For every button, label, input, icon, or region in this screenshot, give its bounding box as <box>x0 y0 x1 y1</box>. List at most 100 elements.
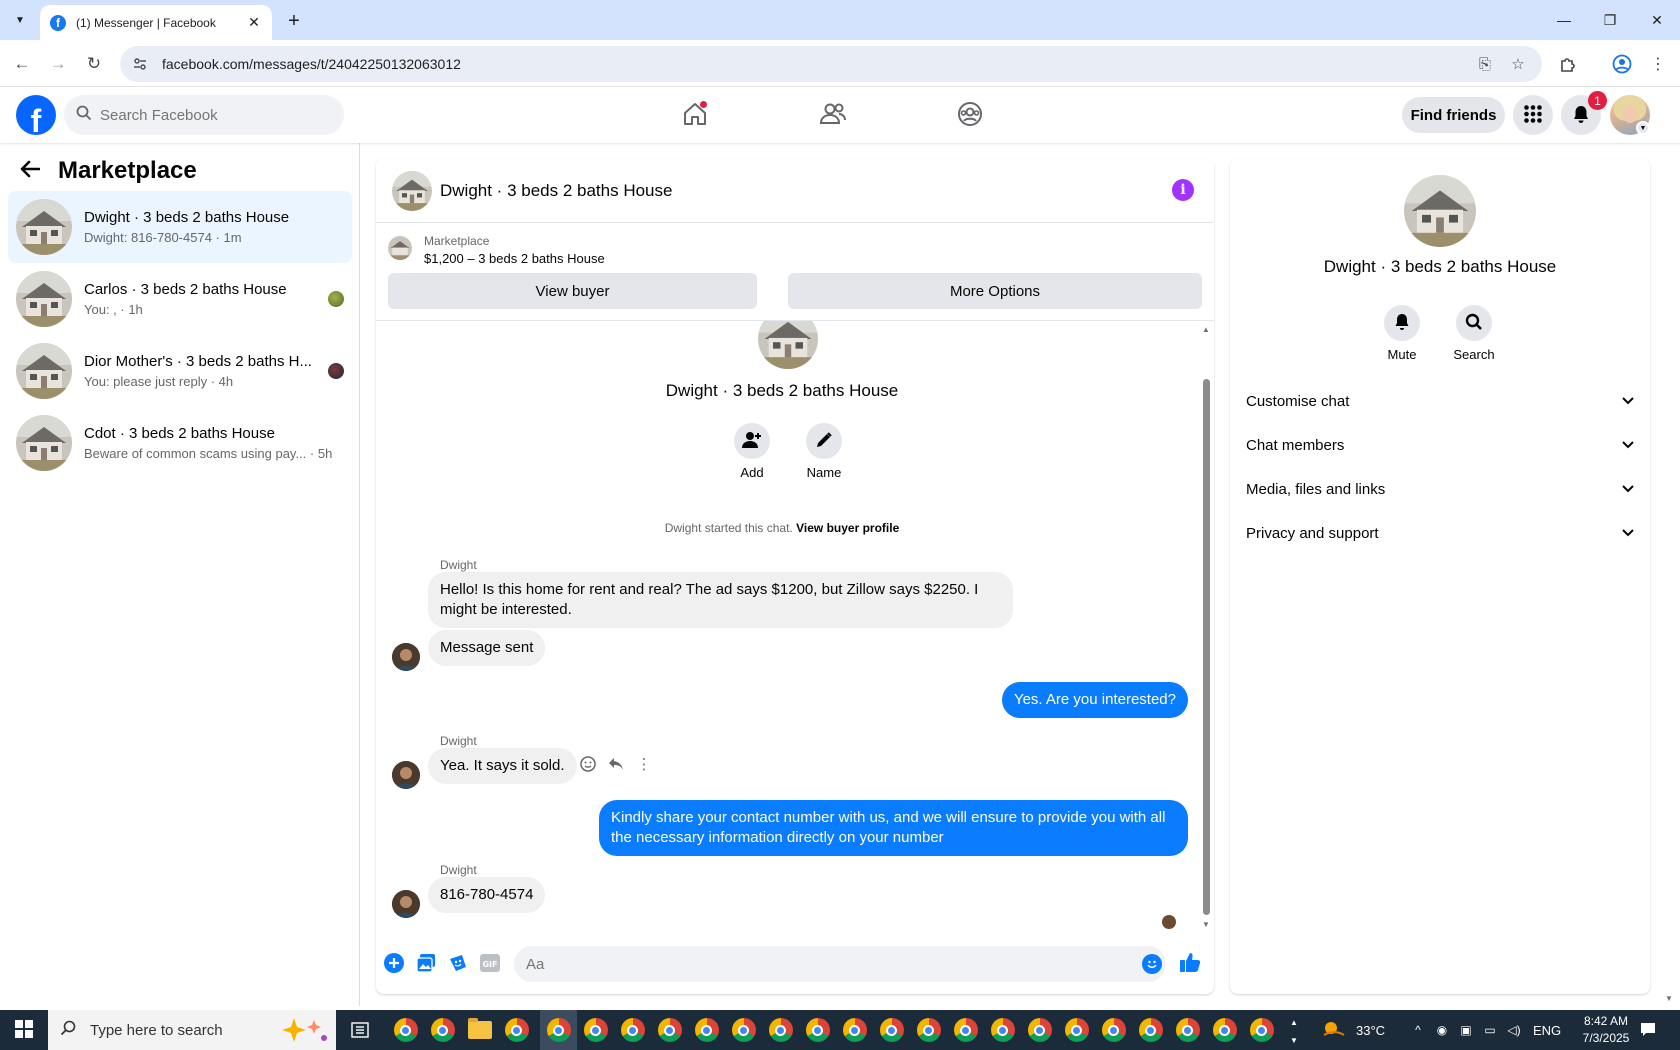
view-buyer-profile-link[interactable]: View buyer profile <box>796 521 899 535</box>
thumbs-up-icon[interactable] <box>1178 950 1202 974</box>
meet-now-icon[interactable]: ▣ <box>1456 1020 1476 1040</box>
taskbar-chrome-app[interactable] <box>836 1010 873 1050</box>
scroll-down-arrow-icon[interactable]: ▼ <box>1202 920 1210 929</box>
nav-groups[interactable] <box>948 93 992 137</box>
outgoing-message[interactable]: Kindly share your contact number with us… <box>599 800 1188 856</box>
reply-icon[interactable] <box>604 752 628 776</box>
site-info-icon[interactable] <box>132 56 148 72</box>
notifications-button[interactable]: 1 <box>1561 91 1607 135</box>
view-buyer-button[interactable]: View buyer <box>388 273 757 309</box>
taskbar-chrome-app[interactable] <box>1243 1010 1280 1050</box>
edit-name-action[interactable]: Name <box>794 423 854 480</box>
menu-grid-button[interactable] <box>1513 95 1553 135</box>
language-indicator[interactable]: ENG <box>1533 1010 1561 1050</box>
forward-arrow-icon[interactable]: → <box>46 52 70 76</box>
conversation-item-cdot[interactable]: Cdot · 3 beds 2 baths House Beware of co… <box>8 407 352 479</box>
outgoing-message[interactable]: Yes. Are you interested? <box>1001 682 1188 718</box>
taskbar-chrome-app[interactable] <box>498 1010 535 1050</box>
conversation-item-carlos[interactable]: Carlos · 3 beds 2 baths House You: , · 1… <box>8 263 352 335</box>
chat-title[interactable]: Dwight · 3 beds 2 baths House <box>440 181 672 201</box>
taskbar-chrome-app-active[interactable] <box>540 1010 577 1050</box>
incoming-message[interactable]: Yea. It says it sold. <box>428 748 577 784</box>
conversation-item-dwight[interactable]: Dwight · 3 beds 2 baths House Dwight: 81… <box>8 191 352 263</box>
taskbar-search-box[interactable]: Type here to search <box>48 1010 336 1050</box>
gif-icon[interactable]: GIF <box>478 951 502 975</box>
volume-icon[interactable]: ◁) <box>1504 1020 1524 1040</box>
incoming-message[interactable]: 816-780-4574 <box>428 877 546 913</box>
extensions-puzzle-icon[interactable] <box>1556 52 1580 76</box>
taskbar-file-explorer[interactable] <box>461 1010 498 1050</box>
mute-action[interactable]: Mute <box>1372 305 1432 362</box>
scrollbar-thumb[interactable] <box>1203 379 1210 915</box>
bookmark-star-icon[interactable]: ☆ <box>1505 51 1531 77</box>
taskbar-chrome-app[interactable] <box>688 1010 725 1050</box>
taskbar-chrome-app[interactable] <box>577 1010 614 1050</box>
taskbar-chrome-app[interactable] <box>1021 1010 1058 1050</box>
add-people-action[interactable]: Add <box>722 423 782 480</box>
taskbar-chrome-app[interactable] <box>1206 1010 1243 1050</box>
more-options-button[interactable]: More Options <box>788 273 1202 309</box>
profile-icon[interactable] <box>1610 52 1634 76</box>
taskbar-chrome-app[interactable] <box>910 1010 947 1050</box>
taskbar-chrome-app[interactable] <box>424 1010 461 1050</box>
taskbar-chrome-app[interactable] <box>651 1010 688 1050</box>
message-thread[interactable]: Dwight · 3 beds 2 baths House Add Name D… <box>376 321 1214 931</box>
page-scroll-down-icon[interactable]: ▼ <box>1665 994 1673 1003</box>
dwight-avatar[interactable] <box>392 643 420 671</box>
network-icon[interactable]: ▭ <box>1480 1020 1500 1040</box>
install-app-icon[interactable]: ⎘ <box>1472 51 1498 77</box>
restore-icon[interactable]: ❐ <box>1598 8 1622 32</box>
nav-home[interactable] <box>673 93 717 137</box>
notifications-center-icon[interactable] <box>1638 1020 1658 1040</box>
new-tab-plus-icon[interactable]: + <box>282 9 306 33</box>
incoming-message[interactable]: Hello! Is this home for rent and real? T… <box>428 572 1013 628</box>
photo-gallery-icon[interactable] <box>414 951 438 975</box>
section-customise-chat[interactable]: Customise chat <box>1246 379 1634 423</box>
sticker-icon[interactable] <box>446 951 470 975</box>
message-input[interactable] <box>514 946 1166 982</box>
browser-menu-dots-icon[interactable]: ⋮ <box>1646 52 1670 76</box>
taskbar-chrome-app[interactable] <box>762 1010 799 1050</box>
browser-tab-messenger[interactable]: f (1) Messenger | Facebook ✕ <box>40 5 272 40</box>
chat-scrollbar[interactable]: ▲ ▼ <box>1200 321 1212 931</box>
taskbar-chrome-app[interactable] <box>1095 1010 1132 1050</box>
back-arrow-icon[interactable]: ← <box>10 52 34 76</box>
weather-widget[interactable]: 33°C <box>1322 1010 1385 1050</box>
tab-close-icon[interactable]: ✕ <box>246 14 262 31</box>
taskbar-chrome-app[interactable] <box>1169 1010 1206 1050</box>
clock[interactable]: 8:42 AM 7/3/2025 <box>1570 1013 1642 1047</box>
show-hidden-icons-chevron-up-icon[interactable]: ^ <box>1408 1020 1428 1040</box>
dwight-avatar[interactable] <box>392 761 420 789</box>
section-media-files-links[interactable]: Media, files and links <box>1246 467 1634 511</box>
taskbar-chrome-app[interactable] <box>947 1010 984 1050</box>
emoji-icon[interactable] <box>1142 954 1162 974</box>
window-close-icon[interactable]: ✕ <box>1645 8 1669 32</box>
back-arrow-icon[interactable] <box>20 158 41 184</box>
house-thumbnail[interactable] <box>392 170 432 211</box>
taskbar-chrome-app[interactable] <box>614 1010 651 1050</box>
find-friends-button[interactable]: Find friends <box>1402 97 1505 133</box>
task-view-icon[interactable] <box>348 1018 372 1042</box>
record-icon[interactable]: ◉ <box>1432 1020 1452 1040</box>
react-smiley-icon[interactable] <box>576 752 600 776</box>
minimize-icon[interactable]: — <box>1552 8 1576 32</box>
tab-search-chevron-icon[interactable]: ▼ <box>8 8 32 32</box>
taskbar-chrome-app[interactable] <box>725 1010 762 1050</box>
taskbar-chrome-app[interactable] <box>1058 1010 1095 1050</box>
incoming-message[interactable]: Message sent <box>428 630 546 666</box>
facebook-search-input[interactable] <box>100 106 320 124</box>
taskbar-chrome-app[interactable] <box>1132 1010 1169 1050</box>
nav-friends[interactable] <box>811 93 855 137</box>
conversation-item-dior-mother[interactable]: Dior Mother's · 3 beds 2 baths H... You:… <box>8 335 352 407</box>
plus-circle-icon[interactable] <box>382 951 406 975</box>
section-chat-members[interactable]: Chat members <box>1246 423 1634 467</box>
facebook-logo[interactable]: f <box>16 95 56 135</box>
taskbar-chrome-app[interactable] <box>387 1010 424 1050</box>
info-icon[interactable]: i <box>1172 179 1194 201</box>
scroll-up-arrow-icon[interactable]: ▲ <box>1202 325 1210 334</box>
taskbar-chrome-app[interactable] <box>984 1010 1021 1050</box>
reload-icon[interactable]: ↻ <box>82 52 106 76</box>
account-chevron-down-icon[interactable]: ▼ <box>1636 121 1650 135</box>
taskbar-chrome-app[interactable] <box>873 1010 910 1050</box>
address-bar[interactable]: facebook.com/messages/t/2404225013206301… <box>120 46 1542 82</box>
